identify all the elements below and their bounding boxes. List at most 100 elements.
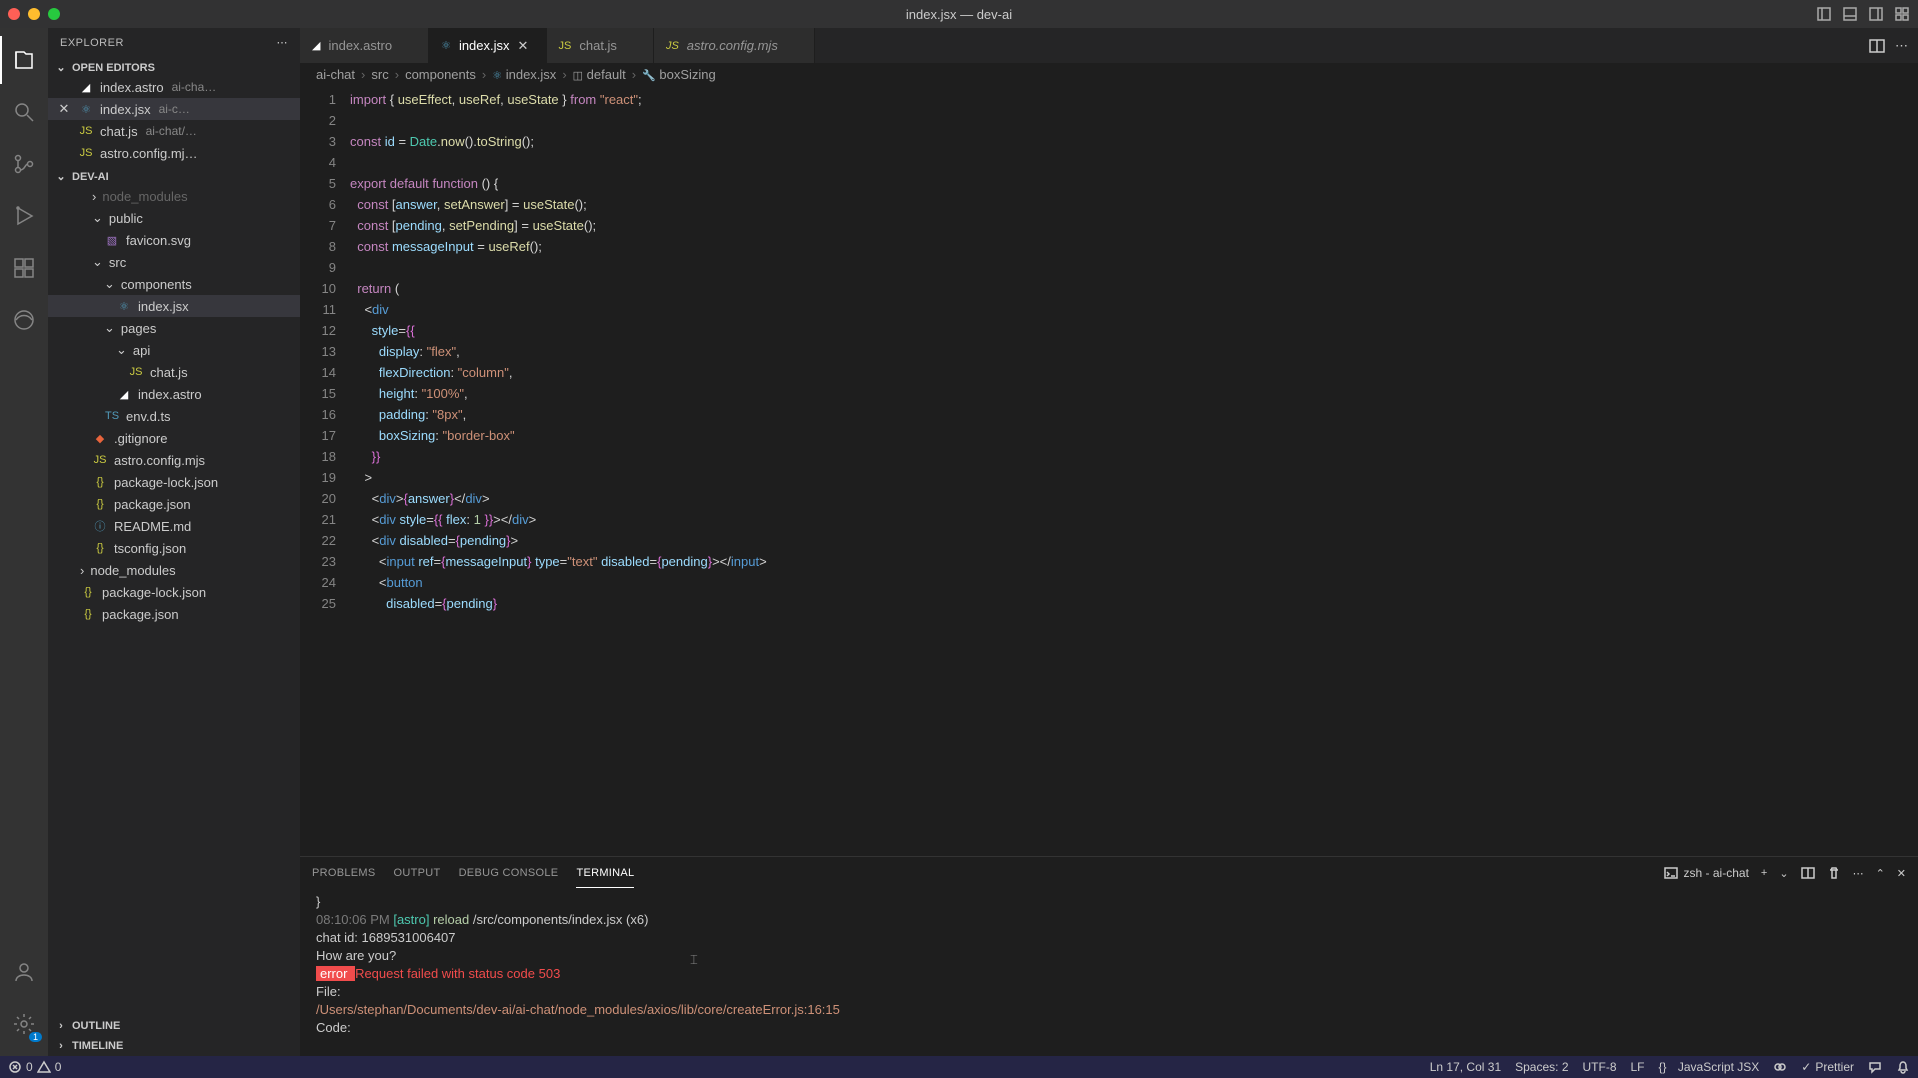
open-editor-item[interactable]: JS chat.js ai-chat/…	[48, 120, 300, 142]
terminal-profile[interactable]: zsh - ai-chat	[1664, 866, 1749, 880]
explorer-view-icon[interactable]	[0, 36, 48, 84]
kill-terminal-icon[interactable]	[1827, 866, 1841, 880]
status-eol[interactable]: LF	[1631, 1060, 1645, 1074]
sidebar-more-icon[interactable]: ⋯	[277, 36, 289, 49]
folder-item[interactable]: ⌄public	[48, 207, 300, 229]
status-bell-icon[interactable]	[1896, 1060, 1910, 1074]
terminal-output[interactable]: }08:10:06 PM [astro] reload /src/compone…	[300, 889, 1918, 1056]
file-item[interactable]: ⚛index.jsx	[48, 295, 300, 317]
open-editor-item[interactable]: ◢ index.astro ai-cha…	[48, 76, 300, 98]
code-editor[interactable]: 1234567891011121314151617181920212223242…	[300, 85, 1918, 856]
file-item[interactable]: {}package-lock.json	[48, 471, 300, 493]
breadcrumb-item[interactable]: 🔧 boxSizing	[642, 67, 716, 82]
tab-more-icon[interactable]: ⋯	[1895, 38, 1908, 54]
breadcrumb-item[interactable]: ◫ default	[573, 67, 626, 82]
line-number[interactable]: 9	[300, 257, 336, 278]
folder-item[interactable]: ›node_modules	[48, 559, 300, 581]
file-item[interactable]: ◆.gitignore	[48, 427, 300, 449]
line-number[interactable]: 5	[300, 173, 336, 194]
line-number[interactable]: 18	[300, 446, 336, 467]
minimize-window[interactable]	[28, 8, 40, 20]
toggle-secondary-sidebar-icon[interactable]	[1868, 6, 1884, 22]
line-number[interactable]: 25	[300, 593, 336, 614]
file-item[interactable]: ⓘREADME.md	[48, 515, 300, 537]
line-number[interactable]: 1	[300, 89, 336, 110]
line-number[interactable]: 7	[300, 215, 336, 236]
file-item[interactable]: {}package-lock.json	[48, 581, 300, 603]
line-number[interactable]: 6	[300, 194, 336, 215]
folder-item[interactable]: ⌄pages	[48, 317, 300, 339]
file-item[interactable]: TSenv.d.ts	[48, 405, 300, 427]
status-problems[interactable]: 0 0	[8, 1060, 61, 1074]
panel-tab-output[interactable]: OUTPUT	[394, 859, 441, 888]
status-language[interactable]: {} JavaScript JSX	[1659, 1060, 1760, 1074]
line-number[interactable]: 14	[300, 362, 336, 383]
new-terminal-icon[interactable]: +	[1761, 867, 1767, 879]
run-debug-view-icon[interactable]	[0, 192, 48, 240]
close-tab-icon[interactable]: ✕	[518, 38, 534, 54]
folder-item[interactable]: ›node_modules	[48, 185, 300, 207]
line-number[interactable]: 20	[300, 488, 336, 509]
line-number[interactable]: 24	[300, 572, 336, 593]
editor-tab[interactable]: ⚛ index.jsx ✕	[429, 28, 546, 63]
editor-tab[interactable]: JS astro.config.mjs	[654, 28, 815, 63]
section-folder[interactable]: ⌄ DEV-AI	[48, 168, 300, 185]
status-prettier[interactable]: ✓ Prettier	[1801, 1060, 1854, 1074]
status-encoding[interactable]: UTF-8	[1583, 1060, 1617, 1074]
accounts-icon[interactable]	[0, 948, 48, 996]
status-feedback-icon[interactable]	[1868, 1060, 1882, 1074]
file-item[interactable]: JSastro.config.mjs	[48, 449, 300, 471]
section-outline[interactable]: › OUTLINE	[48, 1018, 300, 1034]
folder-item[interactable]: ⌄components	[48, 273, 300, 295]
maximize-panel-icon[interactable]: ⌃	[1876, 867, 1885, 880]
line-number[interactable]: 22	[300, 530, 336, 551]
panel-tab-debug-console[interactable]: DEBUG CONSOLE	[459, 859, 559, 888]
editor-tab[interactable]: ◢ index.astro	[300, 28, 429, 63]
line-number[interactable]: 8	[300, 236, 336, 257]
open-editor-item[interactable]: ✕ ⚛ index.jsx ai-c…	[48, 98, 300, 120]
file-item[interactable]: ◢index.astro	[48, 383, 300, 405]
section-timeline[interactable]: › TIMELINE	[48, 1038, 300, 1054]
line-number[interactable]: 3	[300, 131, 336, 152]
scm-view-icon[interactable]	[0, 140, 48, 188]
file-item[interactable]: {}package.json	[48, 603, 300, 625]
status-copilot-icon[interactable]	[1773, 1060, 1787, 1074]
settings-gear-icon[interactable]: 1	[0, 1000, 48, 1048]
customize-layout-icon[interactable]	[1894, 6, 1910, 22]
close-window[interactable]	[8, 8, 20, 20]
status-cursor-position[interactable]: Ln 17, Col 31	[1430, 1060, 1501, 1074]
folder-item[interactable]: ⌄src	[48, 251, 300, 273]
close-panel-icon[interactable]: ✕	[1897, 867, 1906, 880]
open-editor-item[interactable]: JS astro.config.mj…	[48, 142, 300, 164]
line-number[interactable]: 2	[300, 110, 336, 131]
line-number[interactable]: 15	[300, 383, 336, 404]
extensions-view-icon[interactable]	[0, 244, 48, 292]
line-number[interactable]: 23	[300, 551, 336, 572]
panel-tab-terminal[interactable]: TERMINAL	[576, 859, 634, 888]
file-item[interactable]: {}package.json	[48, 493, 300, 515]
line-number[interactable]: 11	[300, 299, 336, 320]
terminal-dropdown-icon[interactable]: ⌄	[1779, 867, 1788, 880]
breadcrumb-item[interactable]: ⚛ index.jsx	[492, 67, 556, 82]
close-icon[interactable]: ✕	[56, 101, 72, 117]
panel-tab-problems[interactable]: PROBLEMS	[312, 859, 376, 888]
editor-tab[interactable]: JS chat.js	[547, 28, 654, 63]
section-open-editors[interactable]: ⌄ OPEN EDITORS	[48, 59, 300, 76]
file-item[interactable]: JSchat.js	[48, 361, 300, 383]
edge-tools-icon[interactable]	[0, 296, 48, 344]
line-number[interactable]: 10	[300, 278, 336, 299]
split-editor-icon[interactable]	[1869, 38, 1885, 54]
search-view-icon[interactable]	[0, 88, 48, 136]
breadcrumb-item[interactable]: components	[405, 67, 476, 82]
line-number[interactable]: 21	[300, 509, 336, 530]
panel-more-icon[interactable]: ⋯	[1853, 867, 1864, 880]
line-number[interactable]: 12	[300, 320, 336, 341]
line-number[interactable]: 19	[300, 467, 336, 488]
toggle-panel-icon[interactable]	[1842, 6, 1858, 22]
line-number[interactable]: 4	[300, 152, 336, 173]
folder-item[interactable]: ⌄api	[48, 339, 300, 361]
breadcrumb-item[interactable]: ai-chat	[316, 67, 355, 82]
breadcrumb-item[interactable]: src	[371, 67, 388, 82]
line-number[interactable]: 13	[300, 341, 336, 362]
minimap[interactable]	[1858, 85, 1918, 856]
